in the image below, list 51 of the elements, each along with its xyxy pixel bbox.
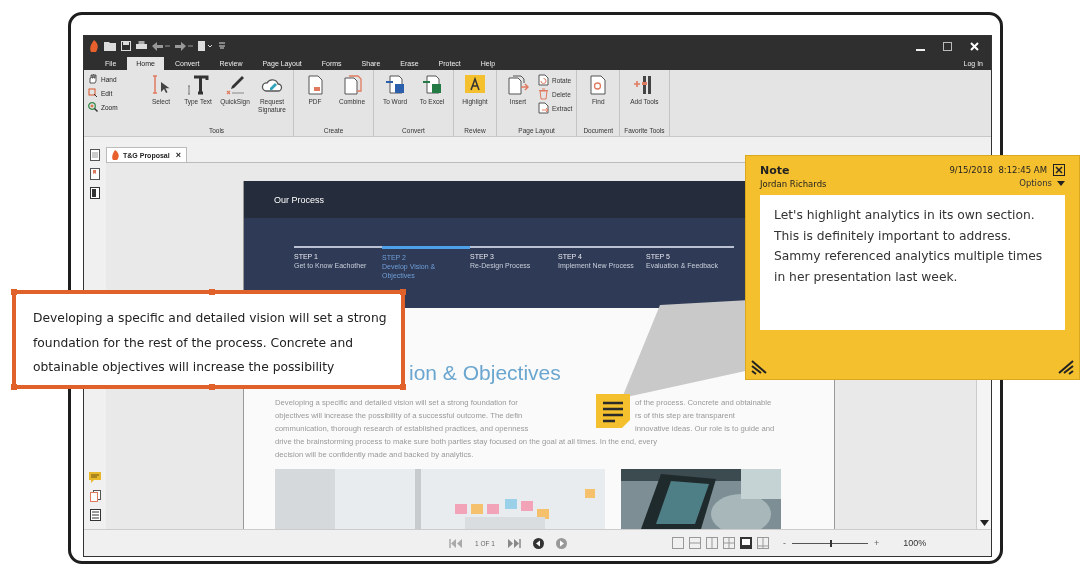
zoom-value: 100% <box>903 538 927 548</box>
pen-icon <box>224 74 246 96</box>
sticky-note-icon[interactable] <box>596 394 630 428</box>
close-tab-button[interactable]: × <box>175 150 181 160</box>
page-icon[interactable] <box>198 41 214 51</box>
extract-icon <box>538 102 549 114</box>
view-mode-icon[interactable] <box>739 537 752 549</box>
attachment-icon[interactable] <box>89 490 101 502</box>
page-thumbnails-icon[interactable] <box>90 149 100 161</box>
section-header: Our Process <box>274 194 324 205</box>
layers-icon[interactable] <box>90 187 100 199</box>
forward-icon[interactable] <box>555 537 567 549</box>
note-text: Let's highlight analytics in its own section. This is definitely important to address. Sammy referenced analytics multiple times in her presentation last week. <box>774 207 1044 286</box>
bookmarks-icon[interactable] <box>90 168 100 180</box>
folder-icon[interactable] <box>104 41 116 51</box>
caret-icon <box>1057 180 1065 186</box>
rotate-icon <box>538 74 549 86</box>
comment-icon[interactable] <box>89 472 101 483</box>
insert-page-icon <box>507 74 529 96</box>
customize-icon[interactable] <box>219 42 225 50</box>
undo-icon[interactable] <box>152 41 170 51</box>
text-icon <box>187 74 209 96</box>
options-dropdown[interactable]: Options <box>1019 178 1065 188</box>
highlighter-icon <box>464 74 486 96</box>
maximize-icon[interactable] <box>943 41 952 51</box>
hand-icon <box>88 74 98 84</box>
close-icon[interactable] <box>1053 164 1065 176</box>
word-document-icon <box>384 74 406 96</box>
save-icon[interactable] <box>121 41 131 51</box>
note-timestamp: 9/15/2018 8:12:45 AM <box>949 165 1047 175</box>
section-heading: ion & Objectives <box>409 360 561 386</box>
note-title: Note <box>760 164 791 177</box>
note-text-area[interactable]: Let's highlight analytics in its own section. This is definitely important to address. Sammy referenced analytics multiple times in her presentation last week. <box>760 195 1065 330</box>
documents-icon <box>341 74 363 96</box>
logo-icon <box>112 150 120 160</box>
redo-icon[interactable] <box>175 41 193 51</box>
zoom-slider-thumb[interactable] <box>829 539 832 547</box>
zoom-out-button[interactable]: - <box>782 538 786 548</box>
zoom-icon <box>88 102 98 112</box>
scroll-down-icon[interactable] <box>979 520 989 526</box>
trash-icon <box>538 88 549 100</box>
edit-icon <box>88 88 98 98</box>
back-icon[interactable] <box>532 537 544 549</box>
form-fields-icon[interactable] <box>89 509 101 521</box>
zoom-in-button[interactable]: + <box>873 538 880 548</box>
print-icon[interactable] <box>136 41 147 51</box>
logo-icon <box>90 40 99 52</box>
last-page-icon[interactable] <box>506 538 521 548</box>
callout-text: Developing a specific and detailed vision will set a strong foundation for the rest of the process. Concrete and obtainable objectives will increase the possibility <box>33 310 388 376</box>
note-author: Jordan Richards <box>760 179 827 189</box>
spreadsheet-icon <box>421 74 443 96</box>
